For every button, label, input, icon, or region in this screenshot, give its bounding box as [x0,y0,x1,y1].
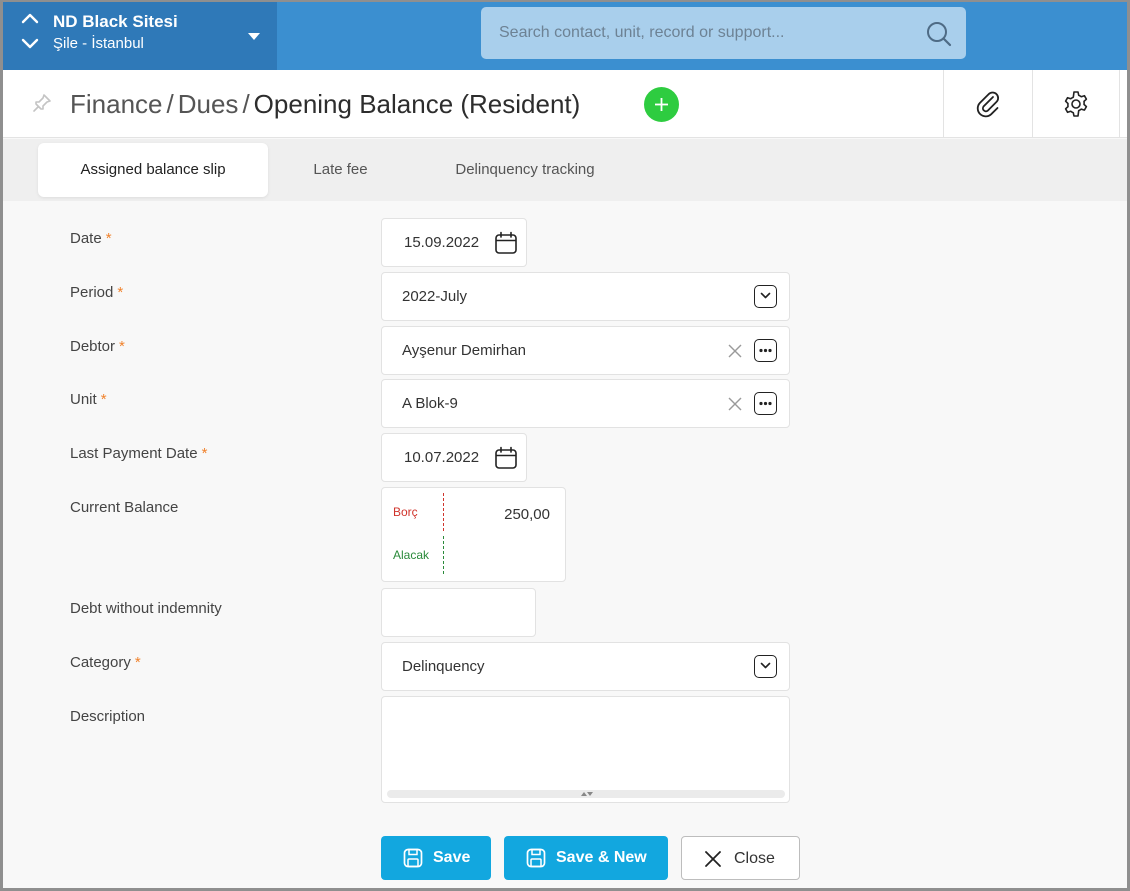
attachment-button[interactable] [943,70,1031,138]
tab-bar: Assigned balance slip Late fee Delinquen… [3,139,1127,201]
chevron-down-icon [760,662,771,669]
date-label-text: Date [70,230,102,247]
site-selector[interactable]: ND Black Sitesi Şile - İstanbul [3,2,277,70]
credit-label: Alacak [393,548,430,562]
gear-icon [1064,91,1088,117]
last-payment-date-label-text: Last Payment Date [70,445,198,462]
debtor-field[interactable]: Ayşenur Demirhan [381,326,790,375]
top-bar: ND Black Sitesi Şile - İstanbul [3,2,1127,70]
required-mark: * [119,338,125,355]
toolbar-divider [1119,70,1120,138]
resize-arrows-icon [581,792,593,796]
page-title: Opening Balance (Resident) [253,89,581,119]
add-button[interactable] [644,87,679,122]
close-button-label: Close [734,850,775,867]
paperclip-icon [976,91,999,118]
debtor-label-text: Debtor [70,338,116,355]
category-value: Delinquency [402,658,485,675]
resize-handle[interactable] [387,790,785,798]
description-label: Description [70,708,146,725]
floppy-disk-icon [403,848,423,873]
close-button[interactable]: Close [681,836,800,880]
period-select[interactable]: 2022-July [381,272,790,321]
unit-more-button[interactable] [754,392,777,415]
caret-down-icon[interactable] [247,28,261,46]
debt-without-indemnity-field[interactable] [381,588,536,637]
pin-icon[interactable] [31,92,53,119]
site-switch-arrows[interactable] [21,12,41,56]
category-label-text: Category [70,654,131,671]
category-select[interactable]: Delinquency [381,642,790,691]
debtor-value: Ayşenur Demirhan [402,342,526,359]
required-mark: * [100,391,107,408]
date-value: 15.09.2022 [404,234,480,251]
current-balance-field: Borç 250,00 Alacak [381,487,566,582]
title-bar: Finance / Dues / Opening Balance (Resident) [3,70,1127,138]
required-mark: * [201,445,208,462]
settings-button[interactable] [1032,70,1120,138]
debt-divider [443,493,444,531]
last-payment-date-value: 10.07.2022 [404,449,480,466]
debt-without-indemnity-label: Debt without indemnity [70,600,222,617]
required-mark: * [117,284,124,301]
calendar-icon[interactable] [494,231,518,260]
search-icon[interactable] [925,20,953,53]
tab-late-fee[interactable]: Late fee [293,143,388,197]
chevron-down-icon [760,292,771,299]
debtor-label: Debtor * [70,338,125,355]
period-value: 2022-July [402,288,468,305]
breadcrumb: Finance / Dues / Opening Balance (Resident) [70,89,580,120]
unit-label-text: Unit [70,391,97,408]
close-icon[interactable] [727,396,743,417]
breadcrumb-separator: / [242,89,250,119]
close-icon [704,850,722,873]
chevron-up-icon[interactable] [21,12,39,24]
category-dropdown-button[interactable] [754,655,777,678]
calendar-icon[interactable] [494,446,518,475]
search-input[interactable] [499,22,919,44]
unit-value: A Blok-9 [402,395,458,412]
last-payment-date-field[interactable]: 10.07.2022 [381,433,527,482]
last-payment-date-label: Last Payment Date * [70,445,207,462]
period-label-text: Period [70,284,114,301]
unit-field[interactable]: A Blok-9 [381,379,790,428]
save-and-new-button[interactable]: Save & New [504,836,668,880]
breadcrumb-item-dues[interactable]: Dues [178,89,239,119]
description-textarea[interactable] [382,697,790,785]
required-mark: * [134,654,141,671]
save-button[interactable]: Save [381,836,491,880]
ellipsis-icon [759,401,772,406]
debt-label: Borç [393,505,418,519]
debtor-more-button[interactable] [754,339,777,362]
description-box [381,696,790,803]
breadcrumb-item-finance[interactable]: Finance [70,89,163,119]
tab-assigned-balance-slip[interactable]: Assigned balance slip [38,143,268,197]
period-label: Period * [70,284,123,301]
category-label: Category * [70,654,141,671]
site-location: Şile - İstanbul [53,35,144,52]
unit-label: Unit * [70,391,107,408]
app-window: ND Black Sitesi Şile - İstanbul Finance/… [0,0,1130,891]
chevron-down-icon[interactable] [21,38,39,50]
save-and-new-button-label: Save & New [556,849,647,866]
search-box [481,7,966,59]
floppy-disk-icon [526,848,546,873]
ellipsis-icon [759,348,772,353]
site-name: ND Black Sitesi [53,12,178,31]
debt-value[interactable]: 250,00 [504,506,550,523]
save-button-label: Save [433,849,471,866]
close-icon[interactable] [727,343,743,364]
period-dropdown-button[interactable] [754,285,777,308]
tab-delinquency-tracking[interactable]: Delinquency tracking [433,143,617,197]
current-balance-label: Current Balance [70,499,179,516]
date-label: Date * [70,230,112,247]
breadcrumb-separator: / [166,89,174,119]
plus-icon [655,98,668,111]
credit-divider [443,536,444,574]
date-field[interactable]: 15.09.2022 [381,218,527,267]
required-mark: * [105,230,112,247]
